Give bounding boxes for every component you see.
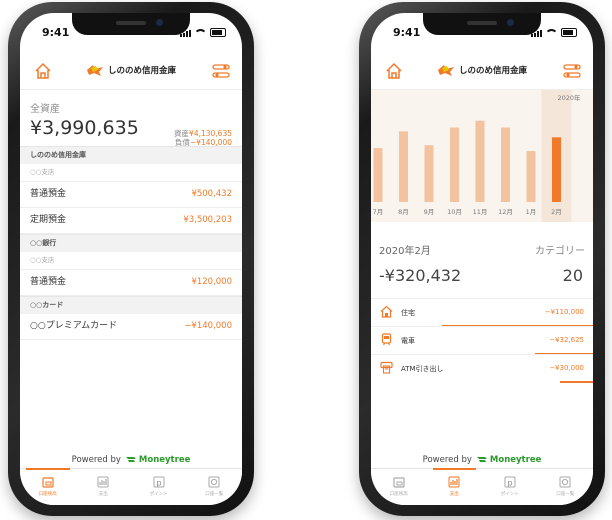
tab-account-list[interactable]: 口座一覧: [187, 469, 243, 505]
house-icon: [380, 305, 393, 318]
chart-tick-label: 10月: [447, 208, 462, 216]
category-share-bar: [559, 381, 593, 383]
bank-logo-icon: [437, 65, 454, 76]
branch-label: ○○支店: [20, 252, 242, 270]
chart-bar-7月[interactable]: [373, 148, 383, 202]
points-icon: p: [153, 476, 165, 488]
bank-name: しののめ信用金庫: [107, 66, 177, 76]
bank-name: しののめ信用金庫: [458, 66, 528, 76]
bank-logo-icon: [86, 65, 103, 76]
train-icon: [381, 333, 392, 346]
tab-bar: 口座残高 支出 p ポイント 口座一覧: [371, 468, 593, 505]
bank-brand: しののめ信用金庫: [437, 63, 527, 77]
category-list: 住宅 −¥110,000 電車 −¥32,625 ATM引き出し −¥30,00…: [371, 298, 593, 383]
account-list: しののめ信用金庫 ○○支店 普通預金 ¥500,432 定期預金 ¥3,500,20…: [20, 146, 242, 340]
total-assets-value: ¥3,990,635: [30, 117, 139, 139]
points-icon: p: [504, 476, 516, 488]
chart-tick-label: 2月: [551, 208, 562, 216]
moneytree-logo-icon: [476, 457, 487, 462]
wallet-icon: [42, 477, 54, 488]
powered-by-text: Powered by: [422, 455, 472, 465]
category-count: 20: [562, 266, 583, 285]
tab-bar: 口座残高 支出 p ポイント 口座一覧: [20, 468, 242, 505]
gear-icon: [559, 476, 571, 488]
gear-icon: [208, 476, 220, 488]
status-time: 9:41: [42, 26, 70, 39]
status-time: 9:41: [393, 26, 421, 39]
battery-icon: [210, 28, 226, 37]
account-row[interactable]: ○○プレミアムカード −¥140,000: [20, 314, 242, 340]
moneytree-logo-icon: [125, 457, 136, 462]
chart-bar-12月[interactable]: [501, 127, 510, 202]
chart-tick-label: 7月: [373, 208, 384, 216]
tab-points[interactable]: p ポイント: [482, 469, 538, 505]
tab-points[interactable]: p ポイント: [131, 469, 187, 505]
moneytree-brand: Moneytree: [138, 455, 191, 465]
tab-expenses[interactable]: 支出: [76, 469, 132, 505]
tab-account-list[interactable]: 口座一覧: [538, 469, 594, 505]
app-header: しののめ信用金庫: [371, 53, 593, 90]
category-row-housing[interactable]: 住宅 −¥110,000: [371, 298, 593, 327]
powered-by: Powered by Moneytree: [20, 455, 242, 465]
moneytree-brand: Moneytree: [489, 455, 542, 465]
chart-year-label: 2020年: [557, 93, 581, 102]
powered-by: Powered by Moneytree: [371, 455, 593, 465]
phone-right: 9:41 しののめ信用金庫 2020年 7月 8月 9月 10月 11月 12月 1月 2月 2…: [359, 2, 605, 516]
chart-tick-label: 12月: [498, 208, 513, 216]
category-row-train[interactable]: 電車 −¥32,625: [371, 326, 593, 355]
atm-icon: [380, 361, 393, 374]
home-icon[interactable]: [34, 62, 52, 80]
battery-icon: [561, 28, 577, 37]
bar-chart-icon: [448, 476, 460, 488]
chart-bar-1月[interactable]: [526, 151, 536, 202]
wifi-icon: [194, 29, 207, 37]
chart-tick-label: 11月: [473, 208, 488, 216]
bank-brand: しののめ信用金庫: [86, 63, 176, 77]
chart-bar-9月[interactable]: [424, 145, 434, 202]
notch: [423, 13, 541, 35]
tab-expenses[interactable]: 支出: [427, 468, 483, 505]
total-assets-label: 全資産: [30, 104, 60, 115]
screen-accounts: 9:41 しののめ信用金庫 全資産 ¥3,990,635 資産¥4,130,63…: [20, 13, 242, 505]
wallet-icon: [393, 477, 405, 488]
home-icon[interactable]: [385, 62, 403, 80]
notch: [72, 13, 190, 35]
account-row[interactable]: 定期預金 ¥3,500,203: [20, 208, 242, 234]
svg-text:p: p: [156, 479, 161, 488]
month-total-amount: -¥320,432: [379, 266, 462, 285]
category-label[interactable]: カテゴリー: [535, 242, 585, 257]
tab-balance[interactable]: 口座残高: [20, 468, 76, 505]
phone-left: 9:41 しののめ信用金庫 全資産 ¥3,990,635 資産¥4,130,63…: [8, 2, 254, 516]
bar-chart-icon: [97, 476, 109, 488]
account-row[interactable]: 普通預金 ¥120,000: [20, 270, 242, 296]
chart-tick-label: 8月: [398, 208, 409, 216]
chart-tick-label: 9月: [424, 208, 435, 216]
app-header: しののめ信用金庫: [20, 53, 242, 90]
expense-bar-chart: 2020年 7月 8月 9月 10月 11月 12月 1月 2月: [373, 90, 581, 222]
monthly-expense-chart[interactable]: 2020年 7月 8月 9月 10月 11月 12月 1月 2月: [371, 90, 593, 222]
category-row-atm[interactable]: ATM引き出し −¥30,000: [371, 354, 593, 383]
chart-tick-label: 1月: [526, 208, 537, 216]
svg-text:p: p: [507, 479, 512, 488]
tab-balance[interactable]: 口座残高: [371, 469, 427, 505]
chart-bar-8月[interactable]: [399, 131, 408, 202]
section-header: ○○カード: [20, 296, 242, 314]
section-header: ○○銀行: [20, 234, 242, 252]
wifi-icon: [545, 29, 558, 37]
branch-label: ○○支店: [20, 164, 242, 182]
powered-by-text: Powered by: [71, 455, 121, 465]
selected-month: 2020年2月: [379, 246, 431, 257]
settings-toggle-icon[interactable]: [563, 63, 581, 79]
section-header: しののめ信用金庫: [20, 146, 242, 164]
account-row[interactable]: 普通預金 ¥500,432: [20, 182, 242, 208]
chart-bar-10月[interactable]: [450, 127, 459, 202]
chart-bar-2月[interactable]: [552, 137, 561, 202]
screen-expenses: 9:41 しののめ信用金庫 2020年 7月 8月 9月 10月 11月 12月 1月 2月 2…: [371, 13, 593, 505]
chart-bar-11月[interactable]: [475, 120, 485, 202]
settings-toggle-icon[interactable]: [212, 63, 230, 79]
